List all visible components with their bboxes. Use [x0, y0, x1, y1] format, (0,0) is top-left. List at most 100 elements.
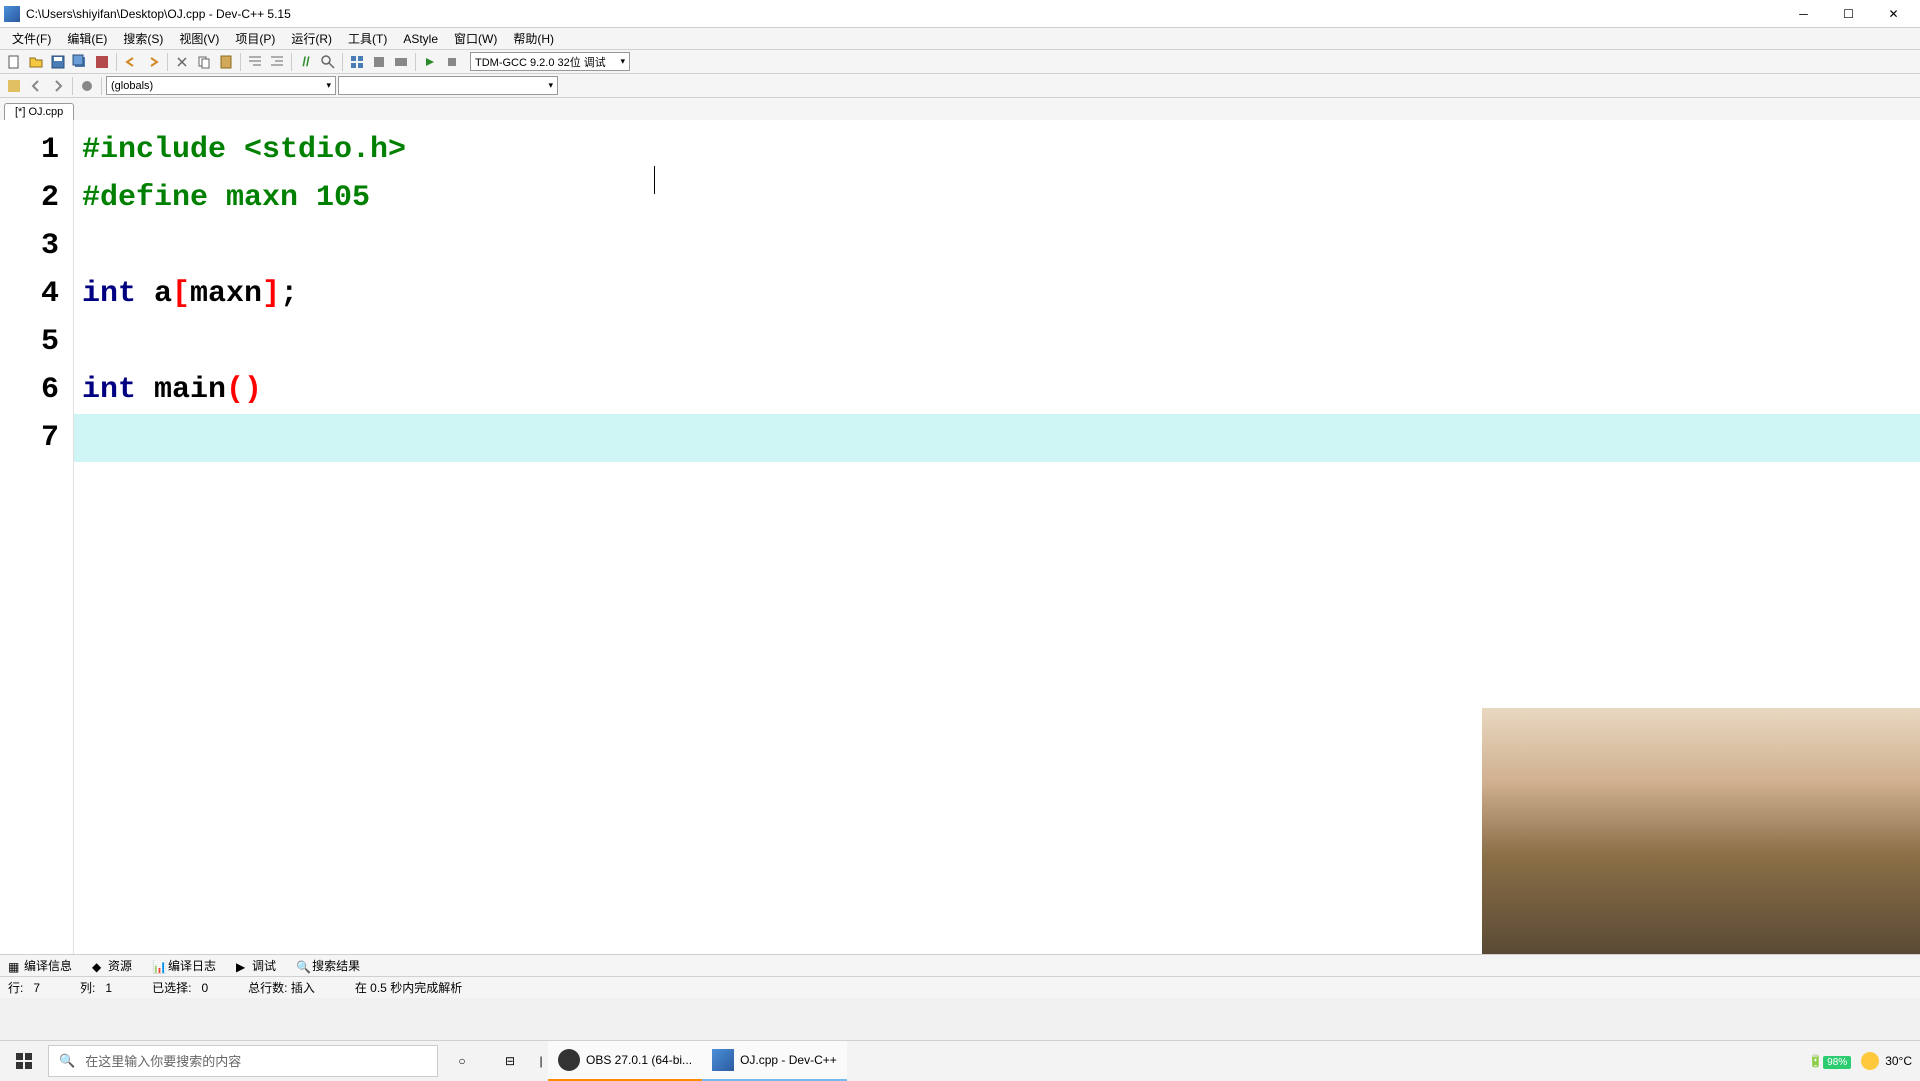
system-tray: 🔋98% 30°C — [1808, 1052, 1920, 1070]
paste-button[interactable] — [216, 52, 236, 72]
toolbar-main: // TDM-GCC 9.2.0 32位 调试 — [0, 50, 1920, 74]
windows-icon — [16, 1053, 32, 1069]
back-button[interactable] — [26, 76, 46, 96]
code-line[interactable] — [74, 414, 1920, 462]
comment-button[interactable]: // — [296, 52, 316, 72]
app-icon — [4, 6, 20, 22]
close-button[interactable]: ✕ — [1871, 1, 1916, 27]
minimize-button[interactable]: ─ — [1781, 1, 1826, 27]
maximize-button[interactable]: ☐ — [1826, 1, 1871, 27]
code-line[interactable]: int a[maxn]; — [74, 270, 1920, 318]
bookmark-button[interactable] — [77, 76, 97, 96]
line-number: 1 — [0, 126, 73, 174]
run-button[interactable] — [369, 52, 389, 72]
tab-compile-info[interactable]: ▦ 编译信息 — [4, 957, 76, 974]
devcpp-icon — [712, 1049, 734, 1071]
search-button[interactable] — [318, 52, 338, 72]
compile-button[interactable] — [347, 52, 367, 72]
tab-label: 搜索结果 — [312, 957, 360, 974]
status-selection: 已选择: 0 — [152, 979, 208, 996]
scope-dropdown[interactable]: (globals) — [106, 76, 336, 95]
window-controls: ─ ☐ ✕ — [1781, 1, 1916, 27]
webcam-overlay — [1482, 708, 1920, 954]
debug-icon: ▶ — [236, 960, 248, 972]
status-line: 行: 7 — [8, 979, 40, 996]
line-number: 3 — [0, 222, 73, 270]
code-line[interactable]: #include <stdio.h> — [74, 126, 1920, 174]
editor-tab-oj[interactable]: [*] OJ.cpp — [4, 103, 74, 120]
menu-file[interactable]: 文件(F) — [4, 28, 59, 49]
toolbar-separator — [72, 77, 73, 95]
compile-run-button[interactable] — [391, 52, 411, 72]
obs-icon — [558, 1049, 580, 1071]
battery-icon[interactable]: 🔋98% — [1808, 1054, 1851, 1068]
undo-button[interactable] — [121, 52, 141, 72]
taskbar-obs[interactable]: OBS 27.0.1 (64-bi... — [548, 1041, 702, 1081]
status-parse: 在 0.5 秒内完成解析 — [355, 979, 462, 996]
cut-button[interactable] — [172, 52, 192, 72]
line-number: 7 — [0, 414, 73, 462]
debug-button[interactable] — [420, 52, 440, 72]
compiler-dropdown[interactable]: TDM-GCC 9.2.0 32位 调试 — [470, 52, 630, 71]
tab-resources[interactable]: ◆ 资源 — [88, 957, 136, 974]
line-number: 2 — [0, 174, 73, 222]
new-class-button[interactable] — [4, 76, 24, 96]
menu-edit[interactable]: 编辑(E) — [59, 28, 115, 49]
status-total: 总行数: 插入 — [248, 979, 315, 996]
code-line[interactable] — [74, 318, 1920, 366]
save-all-button[interactable] — [70, 52, 90, 72]
cortana-button[interactable]: ○ — [438, 1041, 486, 1081]
info-icon: ▦ — [8, 960, 20, 972]
toolbar-separator — [240, 53, 241, 71]
tab-label: 编译信息 — [24, 957, 72, 974]
open-file-button[interactable] — [26, 52, 46, 72]
menu-window[interactable]: 窗口(W) — [446, 28, 505, 49]
function-dropdown[interactable] — [338, 76, 558, 95]
text-cursor-icon — [654, 166, 655, 194]
stop-debug-button[interactable] — [442, 52, 462, 72]
code-line[interactable]: #define maxn 105 — [74, 174, 1920, 222]
tab-search-results[interactable]: 🔍 搜索结果 — [292, 957, 364, 974]
menu-project[interactable]: 项目(P) — [227, 28, 283, 49]
copy-button[interactable] — [194, 52, 214, 72]
line-number-gutter: 1234567 — [0, 120, 74, 954]
taskbar-label: OJ.cpp - Dev-C++ — [740, 1053, 837, 1067]
title-bar: C:\Users\shiyifan\Desktop\OJ.cpp - Dev-C… — [0, 0, 1920, 28]
status-col: 列: 1 — [80, 979, 112, 996]
code-line[interactable] — [74, 222, 1920, 270]
line-number: 4 — [0, 270, 73, 318]
code-editor[interactable]: 1234567 #include <stdio.h>#define maxn 1… — [0, 120, 1920, 954]
menu-help[interactable]: 帮助(H) — [505, 28, 562, 49]
tab-debug[interactable]: ▶ 调试 — [232, 957, 280, 974]
save-button[interactable] — [48, 52, 68, 72]
compiler-selected: TDM-GCC 9.2.0 32位 调试 — [475, 54, 606, 70]
tab-compile-log[interactable]: 📊 编译日志 — [148, 957, 220, 974]
search-placeholder: 在这里输入你要搜索的内容 — [85, 1051, 241, 1070]
windows-taskbar: 🔍 在这里输入你要搜索的内容 ○ ⊟ | OBS 27.0.1 (64-bi..… — [0, 1040, 1920, 1080]
forward-button[interactable] — [48, 76, 68, 96]
redo-button[interactable] — [143, 52, 163, 72]
indent-button[interactable] — [245, 52, 265, 72]
code-line[interactable]: int main() — [74, 366, 1920, 414]
toolbar-separator — [415, 53, 416, 71]
weather-widget[interactable]: 30°C — [1861, 1052, 1912, 1070]
toolbar-separator — [167, 53, 168, 71]
menu-search[interactable]: 搜索(S) — [115, 28, 171, 49]
line-number: 5 — [0, 318, 73, 366]
task-view-button[interactable]: ⊟ — [486, 1041, 534, 1081]
taskbar-devcpp[interactable]: OJ.cpp - Dev-C++ — [702, 1041, 847, 1081]
unindent-button[interactable] — [267, 52, 287, 72]
resource-icon: ◆ — [92, 960, 104, 972]
save-project-button[interactable] — [92, 52, 112, 72]
new-file-button[interactable] — [4, 52, 24, 72]
menu-run[interactable]: 运行(R) — [283, 28, 340, 49]
line-number: 6 — [0, 366, 73, 414]
taskbar-search[interactable]: 🔍 在这里输入你要搜索的内容 — [48, 1045, 438, 1077]
start-button[interactable] — [0, 1041, 48, 1081]
menu-tools[interactable]: 工具(T) — [340, 28, 395, 49]
tab-label: 调试 — [252, 957, 276, 974]
menu-astyle[interactable]: AStyle — [395, 30, 446, 48]
search-icon: 🔍 — [59, 1053, 75, 1069]
menu-view[interactable]: 视图(V) — [171, 28, 227, 49]
bottom-tab-bar: ▦ 编译信息 ◆ 资源 📊 编译日志 ▶ 调试 🔍 搜索结果 — [0, 954, 1920, 976]
